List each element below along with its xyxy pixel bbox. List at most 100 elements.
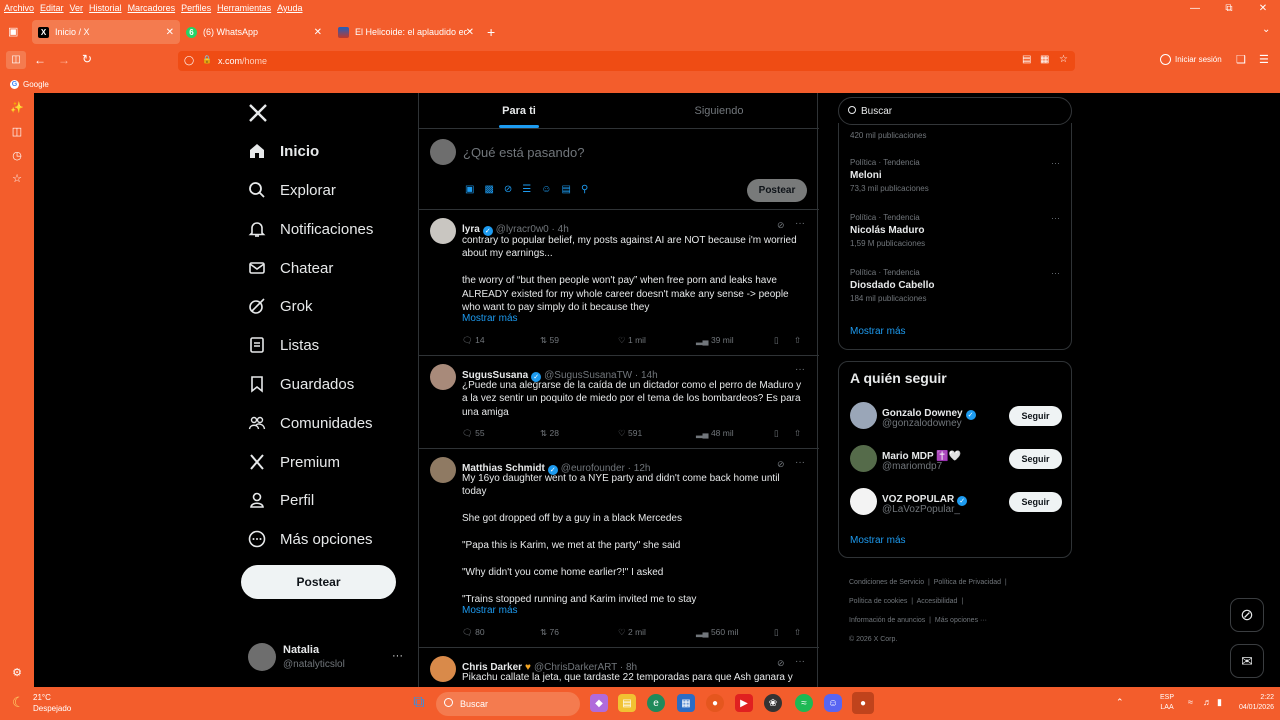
tracking-shield-icon[interactable]: ◯ [184,55,194,66]
trend-item[interactable]: Política · Tendencia Diosdado Cabello 18… [850,268,1060,318]
battery-icon[interactable]: ▮ [1217,697,1222,708]
accessibility-link[interactable]: Accesibilidad [917,598,958,605]
composer-post-button[interactable]: Postear [747,179,807,202]
grok-float-icon[interactable]: ⊘ [1230,598,1264,632]
search-input[interactable]: Buscar [838,97,1072,125]
maximize-icon[interactable]: ⧉ [1212,3,1246,14]
emoji-icon[interactable]: ☺ [541,184,551,195]
composer-input[interactable]: ¿Qué está pasando? [463,145,584,160]
share-icon[interactable]: ⇧ [794,428,801,439]
menu-herramientas[interactable]: Herramientas [217,3,271,13]
nav-communities[interactable]: Comunidades [248,411,373,435]
nav-home[interactable]: Inicio [248,139,319,163]
grok-explain-icon[interactable]: ⊘ [777,220,785,231]
like-button[interactable]: ♡ 2 mil [618,627,696,638]
schedule-icon[interactable]: ▤ [561,184,570,195]
synced-tabs-icon[interactable]: ◫ [10,125,24,138]
weather-widget[interactable]: 21°C Despejado [33,692,71,714]
tab-list-chevron-icon[interactable]: ⌄ [1262,24,1270,35]
ads-info-link[interactable]: Información de anuncios [849,617,925,624]
follow-button[interactable]: Seguir [1009,406,1062,426]
trend-item[interactable]: Política · Tendencia Nicolás Maduro 1,59… [850,213,1060,263]
trend-more-icon[interactable]: ··· [1051,268,1060,278]
history-icon[interactable]: ◷ [10,149,24,162]
menu-ver[interactable]: Ver [70,3,84,13]
reply-button[interactable]: 🗨 14 [462,335,540,346]
tweet[interactable]: lyra ✓ @lyracr0w0 · 4h ⊘ ··· contrary to p… [419,210,819,356]
copilot-icon[interactable]: ◆ [590,694,608,712]
tray-chevron-icon[interactable]: ⌃ [1116,697,1124,708]
tweet-avatar[interactable] [430,218,456,244]
show-more-link[interactable]: Mostrar más [462,605,518,616]
tab-inicio-x[interactable]: X Inicio / X ✕ [32,20,180,44]
poll-icon[interactable]: ☰ [522,184,531,195]
trend-item[interactable]: Política · Tendencia Meloni 73,3 mil pub… [850,158,1060,208]
grok-explain-icon[interactable]: ⊘ [777,658,785,669]
close-window-icon[interactable]: ✕ [1246,3,1280,14]
forward-icon[interactable]: → [58,53,70,67]
back-icon[interactable]: ← [34,53,46,67]
discord-icon[interactable]: ☺ [824,694,842,712]
nav-chat[interactable]: Chatear [248,256,333,280]
follow-suggestion[interactable]: VOZ POPULAR ✓ @LaVozPopular_ Seguir [850,488,1062,520]
taskbar-search[interactable]: Buscar [436,692,580,716]
account-menu-icon[interactable]: ··· [392,650,403,662]
menu-perfiles[interactable]: Perfiles [181,3,211,13]
messages-float-icon[interactable]: ✉ [1230,644,1264,678]
gif-icon[interactable]: ▩ [484,184,493,195]
bookmark-google[interactable]: Google [23,80,49,89]
grok-icon[interactable]: ⊘ [504,184,512,195]
repost-button[interactable]: ⇅ 28 [540,428,618,439]
user-avatar[interactable] [248,643,276,671]
repost-button[interactable]: ⇅ 59 [540,335,618,346]
language-indicator[interactable]: ESP LAA [1160,693,1174,713]
sidebar-toggle-icon[interactable]: ◫ [6,51,26,69]
tab-overview-icon[interactable]: ▣ [8,25,18,38]
show-more-link[interactable]: Mostrar más [462,313,518,324]
follow-suggestion[interactable]: Gonzalo Downey ✓ @gonzalodowney Seguir [850,402,1062,434]
nav-profile[interactable]: Perfil [248,488,314,512]
customize-sidebar-icon[interactable]: ⚙ [10,666,24,679]
nav-premium[interactable]: Premium [248,450,340,474]
menu-ayuda[interactable]: Ayuda [277,3,302,13]
extensions-icon[interactable]: ❑ [1236,53,1246,66]
tweet-avatar[interactable] [430,656,456,682]
reply-button[interactable]: 🗨 55 [462,428,540,439]
follow-show-more[interactable]: Mostrar más [850,535,906,546]
views-button[interactable]: ▂▄ 39 mil [696,335,774,346]
tweet[interactable]: Matthias Schmidt ✓ @eurofounder · 12h ⊘ ··… [419,449,819,648]
firefox-active-icon[interactable]: ● [852,692,874,714]
bookmark-star-icon[interactable]: ☆ [1059,54,1068,65]
tab-following[interactable]: Siguiendo [619,93,819,128]
share-icon[interactable]: ⇧ [794,335,801,346]
minimize-icon[interactable]: — [1178,3,1212,14]
trend-more-icon[interactable]: ··· [1051,213,1060,223]
follow-button[interactable]: Seguir [1009,492,1062,512]
address-bar[interactable]: ◯ 🔒 x.com/home ▤ ▦ ☆ [178,51,1075,71]
youtube-icon[interactable]: ▶ [735,694,753,712]
nav-more-options[interactable]: Más opciones [248,527,373,551]
nav-bookmarks[interactable]: Guardados [248,372,354,396]
nav-explore[interactable]: Explorar [248,178,336,202]
file-explorer-icon[interactable]: ▤ [618,694,636,712]
ai-chatbot-icon[interactable]: ✨ [10,101,24,114]
tweet[interactable]: Chris Darker ♥ @ChrisDarkerART · 8h ⊘ ··· … [419,648,819,687]
image-icon[interactable]: ▣ [465,184,474,195]
close-tab-icon[interactable]: ✕ [166,27,174,38]
close-tab-icon[interactable]: ✕ [466,27,474,38]
tweet-more-icon[interactable]: ··· [795,218,805,229]
grok-explain-icon[interactable]: ⊘ [777,459,785,470]
menu-historial[interactable]: Historial [89,3,122,13]
reader-view-icon[interactable]: ▤ [1022,54,1031,65]
clock[interactable]: 2:22 04/01/2026 [1224,693,1274,713]
menu-editar[interactable]: Editar [40,3,64,13]
follow-suggestion[interactable]: Mario MDP ✝️🤍 @mariomdp7 Seguir [850,445,1062,477]
share-icon[interactable]: ⇧ [794,627,801,638]
chatgpt-icon[interactable]: ❀ [764,694,782,712]
like-button[interactable]: ♡ 1 mil [618,335,696,346]
bookmark-icon[interactable]: ▯ [774,428,794,439]
tweet-more-icon[interactable]: ··· [795,656,805,667]
menu-marcadores[interactable]: Marcadores [128,3,176,13]
reply-button[interactable]: 🗨 80 [462,627,540,638]
new-tab-icon[interactable]: + [487,24,495,40]
